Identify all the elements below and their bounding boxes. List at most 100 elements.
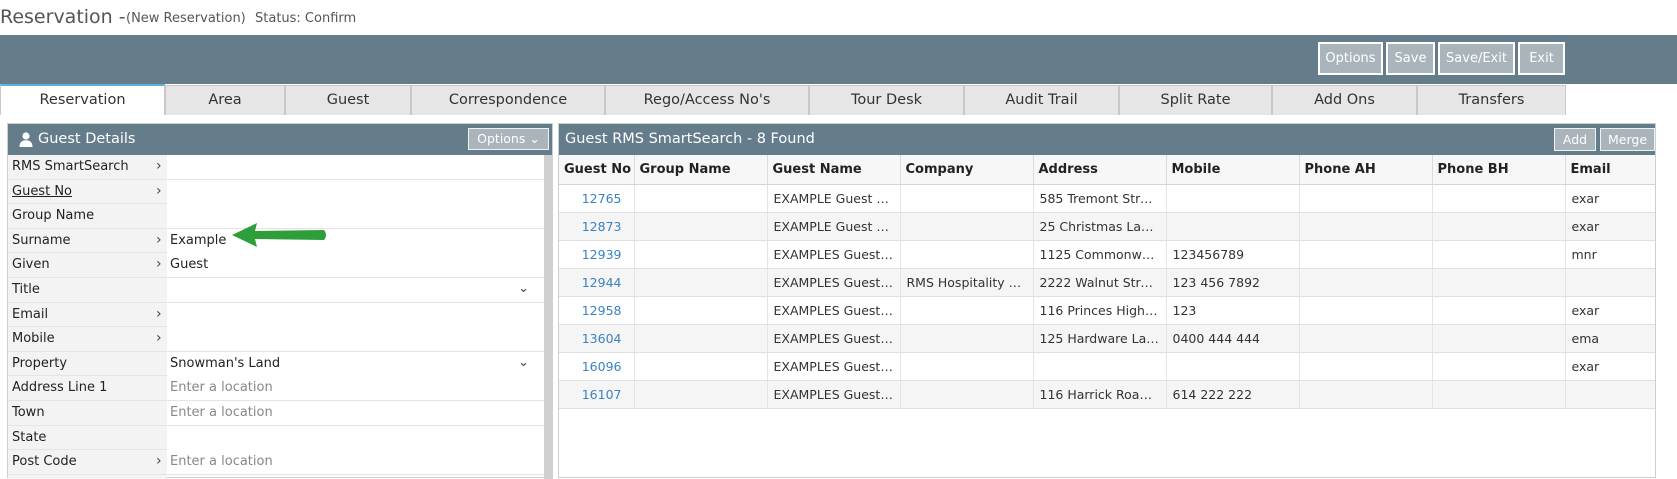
mobile-cell: 123 456 7892 bbox=[1166, 268, 1300, 297]
group-name-cell bbox=[634, 352, 768, 381]
tab-tour-desk[interactable]: Tour Desk bbox=[809, 85, 964, 115]
table-row[interactable]: 13604 EXAMPLES Guest M… 125 Hardware Lane…… bbox=[559, 324, 1655, 353]
column-header[interactable]: Group Name bbox=[634, 155, 768, 185]
state-input[interactable] bbox=[167, 425, 544, 450]
mobile-cell: 614 222 222 bbox=[1166, 380, 1300, 409]
post-code-input[interactable]: Enter a location bbox=[167, 450, 544, 475]
field-label: Given bbox=[12, 257, 50, 273]
guest-name-cell: EXAMPLES Guest M… bbox=[767, 352, 901, 381]
property-select[interactable]: Snowman's Land ⌄ bbox=[167, 351, 544, 376]
chevron-right-icon[interactable]: › bbox=[156, 256, 162, 272]
email-input[interactable] bbox=[167, 302, 544, 327]
tab-correspondence[interactable]: Correspondence bbox=[411, 85, 605, 115]
smartsearch-header: Guest RMS SmartSearch - 8 Found Add Merg… bbox=[559, 124, 1655, 155]
field-label: Surname bbox=[12, 232, 71, 248]
guest-no-link[interactable]: 16107 bbox=[559, 380, 635, 409]
save-exit-button[interactable]: Save/Exit bbox=[1438, 42, 1515, 75]
rms-smartsearch-input[interactable] bbox=[167, 155, 544, 179]
guest-no-link[interactable]: 12958 bbox=[559, 296, 635, 325]
email-cell: exar bbox=[1565, 184, 1655, 213]
left-panel-scrollbar[interactable] bbox=[544, 155, 553, 479]
add-button[interactable]: Add bbox=[1554, 128, 1596, 151]
table-row[interactable]: 16096 EXAMPLES Guest M… exar bbox=[559, 352, 1655, 381]
column-header[interactable]: Email bbox=[1565, 155, 1655, 185]
column-header[interactable]: Guest No bbox=[559, 155, 635, 185]
chevron-right-icon[interactable]: › bbox=[156, 158, 162, 174]
guest-no-link[interactable]: 13604 bbox=[559, 324, 635, 353]
guest-no-link[interactable]: Guest No bbox=[12, 184, 72, 199]
tab-split-rate[interactable]: Split Rate bbox=[1119, 85, 1272, 115]
table-row[interactable]: 16107 EXAMPLES Guest M… 116 Harrick Road K… bbox=[559, 380, 1655, 409]
mobile-cell bbox=[1166, 352, 1300, 381]
tab-add-ons[interactable]: Add Ons bbox=[1272, 85, 1417, 115]
chevron-down-icon: ⌄ bbox=[518, 280, 529, 296]
guest-no-link[interactable]: 12873 bbox=[559, 212, 635, 241]
group-name-input[interactable] bbox=[167, 204, 544, 229]
phone-bh-cell bbox=[1432, 380, 1566, 409]
options-button[interactable]: Options bbox=[1318, 42, 1383, 75]
phone-ah-cell bbox=[1299, 184, 1433, 213]
column-header[interactable]: Mobile bbox=[1166, 155, 1300, 185]
chevron-right-icon[interactable]: › bbox=[156, 330, 162, 346]
field-town: Town Enter a location bbox=[8, 400, 544, 426]
address-cell: 2222 Walnut Street… bbox=[1033, 268, 1167, 297]
guest-no-link[interactable]: 12944 bbox=[559, 268, 635, 297]
guest-no-link[interactable]: 12765 bbox=[559, 184, 635, 213]
phone-bh-cell bbox=[1432, 268, 1566, 297]
mobile-cell bbox=[1166, 184, 1300, 213]
guest-name-cell: EXAMPLES Guest M… bbox=[767, 240, 901, 269]
table-row[interactable]: 12873 EXAMPLE Guest Mr … 25 Christmas Lane… bbox=[559, 212, 1655, 241]
surname-input[interactable]: Example bbox=[167, 228, 544, 253]
guest-name-cell: EXAMPLES Guest M… bbox=[767, 324, 901, 353]
field-mobile: Mobile › bbox=[8, 327, 544, 352]
email-cell: exar bbox=[1565, 212, 1655, 241]
phone-bh-cell bbox=[1432, 352, 1566, 381]
phone-ah-cell bbox=[1299, 380, 1433, 409]
title-select[interactable]: ⌄ bbox=[167, 277, 544, 302]
table-header-row: Guest No Group Name Guest Name Company A… bbox=[559, 155, 1655, 185]
tab-reservation[interactable]: Reservation bbox=[0, 84, 165, 115]
save-button[interactable]: Save bbox=[1386, 42, 1435, 75]
field-placeholder: Enter a location bbox=[170, 380, 273, 396]
tab-audit-trail[interactable]: Audit Trail bbox=[964, 85, 1119, 115]
tab-guest[interactable]: Guest bbox=[285, 85, 411, 115]
guest-no-link[interactable]: 16096 bbox=[559, 352, 635, 381]
guest-details-options-button[interactable]: Options ⌄ bbox=[468, 128, 549, 150]
table-row[interactable]: 12958 EXAMPLES Guest M… 116 Princes Highwa… bbox=[559, 296, 1655, 325]
reservation-subtitle: (New Reservation) bbox=[126, 11, 246, 26]
column-header[interactable]: Phone AH bbox=[1299, 155, 1433, 185]
field-label: RMS SmartSearch bbox=[12, 159, 129, 174]
guest-no-link[interactable]: 12939 bbox=[559, 240, 635, 269]
column-header[interactable]: Phone BH bbox=[1432, 155, 1566, 185]
email-cell bbox=[1565, 268, 1655, 297]
field-label: Mobile bbox=[12, 331, 55, 347]
field-label: State bbox=[12, 429, 47, 445]
chevron-right-icon[interactable]: › bbox=[156, 453, 162, 469]
merge-button[interactable]: Merge bbox=[1600, 128, 1655, 151]
column-header[interactable]: Company bbox=[900, 155, 1034, 185]
given-input[interactable]: Guest bbox=[167, 253, 544, 278]
guest-details-header: Guest Details Options ⌄ bbox=[8, 124, 552, 155]
field-address-line-1: Address Line 1 Enter a location bbox=[8, 376, 544, 401]
column-header[interactable]: Address bbox=[1033, 155, 1167, 185]
tab-rego-access[interactable]: Rego/Access No's bbox=[605, 85, 809, 115]
table-row[interactable]: 12939 EXAMPLES Guest M… 1125 Commonwealt… 1… bbox=[559, 240, 1655, 269]
town-input[interactable]: Enter a location bbox=[167, 400, 544, 425]
chevron-right-icon[interactable]: › bbox=[156, 183, 162, 199]
chevron-right-icon[interactable]: › bbox=[156, 306, 162, 322]
group-name-cell bbox=[634, 324, 768, 353]
mobile-input[interactable] bbox=[167, 327, 544, 352]
address-cell: 25 Christmas Lane … bbox=[1033, 212, 1167, 241]
table-row[interactable]: 12765 EXAMPLE Guest Ma… 585 Tremont Street… bbox=[559, 184, 1655, 213]
exit-button[interactable]: Exit bbox=[1518, 42, 1565, 75]
tab-area[interactable]: Area bbox=[165, 85, 285, 115]
guest-name-cell: EXAMPLES Guest M… bbox=[767, 296, 901, 325]
chevron-right-icon[interactable]: › bbox=[156, 232, 162, 248]
address-line-1-input[interactable]: Enter a location bbox=[167, 376, 544, 401]
guest-details-panel: Guest Details Options ⌄ RMS SmartSearch … bbox=[7, 123, 553, 479]
phone-ah-cell bbox=[1299, 352, 1433, 381]
tab-transfers[interactable]: Transfers bbox=[1417, 85, 1566, 115]
guest-no-input[interactable] bbox=[167, 179, 544, 204]
table-row[interactable]: 12944 EXAMPLES Guest M… RMS Hospitality So… bbox=[559, 268, 1655, 297]
column-header[interactable]: Guest Name bbox=[767, 155, 901, 185]
